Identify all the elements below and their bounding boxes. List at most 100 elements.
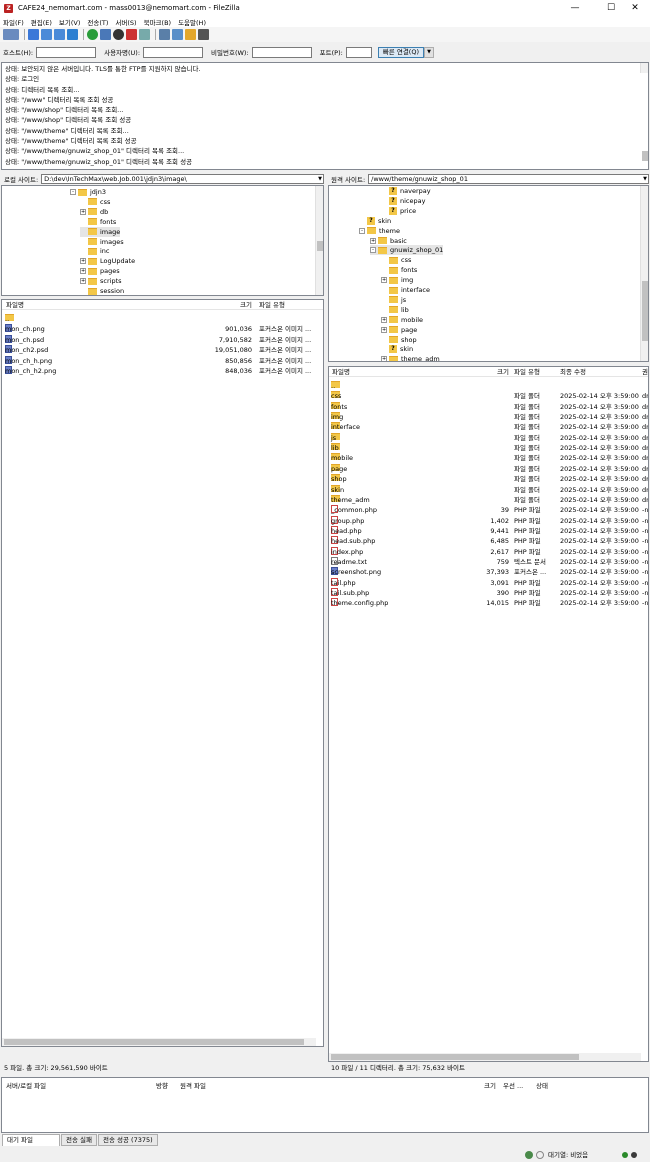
toggle-local-tree-icon[interactable] xyxy=(41,29,52,40)
tree-node[interactable]: ? price xyxy=(381,206,416,216)
remote-list-hscrollbar[interactable] xyxy=(329,1053,641,1061)
file-row[interactable]: head.php 9,441 PHP 파일 2025-02-14 오후 3:59:00… xyxy=(329,525,648,536)
tree-node[interactable]: ? nicepay xyxy=(381,196,425,206)
host-input[interactable] xyxy=(36,46,97,58)
tree-node[interactable]: + scripts xyxy=(80,276,122,286)
password-input[interactable] xyxy=(251,46,312,58)
menu-file[interactable]: 파일(F) xyxy=(3,17,24,27)
file-row[interactable]: readme.txt 759 텍스트 문서 2025-02-14 오후 3:59:00… xyxy=(329,556,648,567)
filter-icon[interactable] xyxy=(159,29,170,40)
col-remote-file[interactable]: 원격 파일 xyxy=(180,1080,206,1090)
menu-server[interactable]: 서버(S) xyxy=(115,17,136,27)
tree-node[interactable]: + pages xyxy=(80,266,120,276)
chevron-down-icon[interactable]: ▼ xyxy=(643,175,647,183)
col-filetype[interactable]: 파일 유형 xyxy=(259,300,285,310)
file-row[interactable]: mobile 파일 폴더 2025-02-14 오후 3:59:00 dr xyxy=(329,453,648,463)
remote-directory-tree[interactable]: ? naverpay? nicepay? price? skin - theme + basic… xyxy=(328,185,649,362)
tree-node[interactable]: ? skin xyxy=(359,216,391,226)
col-filetype[interactable]: 파일 유형 xyxy=(514,367,540,377)
local-tree-scrollbar[interactable] xyxy=(315,186,323,295)
cancel-icon[interactable] xyxy=(113,29,124,40)
file-row[interactable]: shop 파일 폴더 2025-02-14 오후 3:59:00 dr xyxy=(329,474,648,484)
expand-icon[interactable]: + xyxy=(381,277,387,284)
tree-node[interactable]: - jdjn3 xyxy=(70,187,106,197)
tree-node[interactable]: + db xyxy=(80,207,108,217)
menu-view[interactable]: 보기(V) xyxy=(59,17,80,27)
remote-path-input[interactable]: /www/theme/gnuwiz_shop_01 ▼ xyxy=(368,173,649,184)
quickconnect-button[interactable]: 빠른 연결(Q) xyxy=(377,46,424,58)
minimize-button[interactable]: — xyxy=(560,0,590,16)
file-row[interactable]: theme_adm 파일 폴더 2025-02-14 오후 3:59:00 dr xyxy=(329,494,648,505)
message-log[interactable]: 상태: 보안되지 않은 서버입니다. TLS를 통한 FTP를 지원하지 않습니… xyxy=(1,62,649,170)
expand-icon[interactable]: + xyxy=(381,356,387,361)
speed-limit-icon[interactable] xyxy=(536,1151,544,1159)
tree-node[interactable]: css xyxy=(381,255,411,265)
expand-icon[interactable]: + xyxy=(381,316,387,323)
tree-node[interactable]: - theme xyxy=(359,226,400,236)
transfer-queue[interactable]: 서버/로컬 파일 방향 원격 파일 크기 우선 ... 상태 xyxy=(1,1077,649,1133)
sync-browse-icon[interactable] xyxy=(185,29,196,40)
file-row[interactable]: page 파일 폴더 2025-02-14 오후 3:59:00 dr xyxy=(329,463,648,474)
collapse-icon[interactable]: - xyxy=(70,189,76,195)
tab-failed-transfers[interactable]: 전송 실패 xyxy=(61,1134,97,1146)
tree-node[interactable]: js xyxy=(381,295,406,305)
toggle-log-icon[interactable] xyxy=(28,29,39,40)
expand-icon[interactable]: + xyxy=(80,208,86,215)
tree-node[interactable]: css xyxy=(80,197,110,207)
toggle-remote-tree-icon[interactable] xyxy=(54,29,65,40)
log-scrollbar[interactable] xyxy=(640,63,648,161)
collapse-icon[interactable]: - xyxy=(370,247,376,254)
username-input[interactable] xyxy=(143,46,204,58)
tree-node[interactable]: session xyxy=(80,286,124,295)
disconnect-icon[interactable] xyxy=(126,29,137,40)
tree-node[interactable]: interface xyxy=(381,285,430,295)
tree-node[interactable]: inc xyxy=(80,246,110,256)
file-row[interactable]: .. xyxy=(2,314,323,324)
menu-help[interactable]: 도움말(H) xyxy=(178,17,206,27)
file-row[interactable]: css 파일 폴더 2025-02-14 오후 3:59:00 dr xyxy=(329,391,648,401)
file-row[interactable]: skin 파일 폴더 2025-02-14 오후 3:59:00 dr xyxy=(329,484,648,495)
file-row[interactable]: .. xyxy=(329,381,648,391)
quickconnect-dropdown-icon[interactable]: ▼ xyxy=(424,46,434,58)
col-direction[interactable]: 방향 xyxy=(156,1080,168,1090)
chevron-down-icon[interactable]: ▼ xyxy=(318,175,322,183)
local-directory-tree[interactable]: - jdjn3 css + db fonts image images inc + LogUpdat… xyxy=(1,185,324,296)
expand-icon[interactable]: + xyxy=(80,268,86,275)
col-server-local[interactable]: 서버/로컬 파일 xyxy=(6,1080,46,1090)
port-input[interactable] xyxy=(345,46,372,58)
tree-node[interactable]: ? naverpay xyxy=(381,186,431,196)
tree-node[interactable]: + basic xyxy=(370,236,407,246)
file-row[interactable]: head.sub.php 6,485 PHP 파일 2025-02-14 오후 3:5… xyxy=(329,536,648,546)
col-priority[interactable]: 우선 ... xyxy=(503,1080,523,1090)
close-button[interactable]: ✕ xyxy=(620,0,650,16)
file-row[interactable]: js 파일 폴더 2025-02-14 오후 3:59:00 dr xyxy=(329,432,648,443)
tree-node[interactable]: image xyxy=(80,226,121,237)
file-row[interactable]: img 파일 폴더 2025-02-14 오후 3:59:00 dr xyxy=(329,412,648,422)
file-row[interactable]: mon_ch.png 901,036 포커스온 이미지 ... xyxy=(2,324,323,334)
file-row[interactable]: theme.config.php 14,015 PHP 파일 2025-02-14 오… xyxy=(329,598,648,608)
file-row[interactable]: mon_ch_h2.png 848,036 포커스온 이미지 ... xyxy=(2,366,323,376)
tree-node[interactable]: shop xyxy=(381,335,417,345)
compare-icon[interactable] xyxy=(172,29,183,40)
remote-tree-scrollbar[interactable] xyxy=(640,186,648,361)
tree-node[interactable]: fonts xyxy=(80,217,116,227)
expand-icon[interactable]: + xyxy=(80,258,86,265)
tree-node[interactable]: + img xyxy=(381,275,413,285)
reconnect-icon[interactable] xyxy=(139,29,150,40)
tree-node[interactable]: - gnuwiz_shop_01 xyxy=(370,245,444,256)
tree-node[interactable]: + LogUpdate xyxy=(80,256,135,266)
local-list-hscrollbar[interactable] xyxy=(2,1038,316,1046)
menu-transfer[interactable]: 전송(T) xyxy=(87,17,108,27)
tree-node[interactable]: lib xyxy=(381,305,409,315)
tab-queued-files[interactable]: 대기 파일 xyxy=(2,1134,60,1146)
file-row[interactable]: group.php 1,402 PHP 파일 2025-02-14 오후 3:59:0… xyxy=(329,515,648,526)
local-file-list[interactable]: 파일명 크기 파일 유형 .. mon_ch.png 901,036 포커스온 이미지… xyxy=(1,299,324,1047)
remote-file-list[interactable]: 파일명 크기 파일 유형 최종 수정 권 .. css 파일 폴더 2025-02-1… xyxy=(328,366,649,1062)
col-modified[interactable]: 최종 수정 xyxy=(560,367,586,377)
file-row[interactable]: interface 파일 폴더 2025-02-14 오후 3:59:00 dr xyxy=(329,422,648,432)
expand-icon[interactable]: + xyxy=(381,326,387,333)
tab-successful-transfers[interactable]: 전송 성공 (7375) xyxy=(98,1134,158,1146)
file-row[interactable]: fonts 파일 폴더 2025-02-14 오후 3:59:00 dr xyxy=(329,401,648,412)
process-queue-icon[interactable] xyxy=(100,29,111,40)
menu-bookmarks[interactable]: 북마크(B) xyxy=(144,17,171,27)
